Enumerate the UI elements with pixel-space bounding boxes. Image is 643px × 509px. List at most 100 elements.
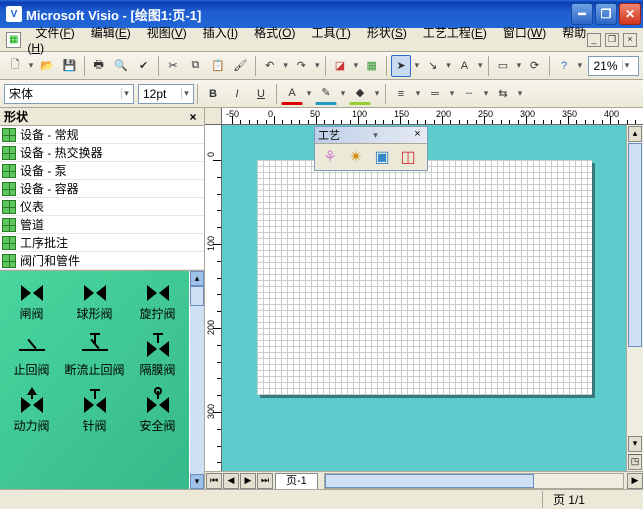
drawing-area: -50050100150200250300350400 0100200300 工… [205, 108, 643, 489]
shape-master[interactable]: 止回阀 [0, 331, 63, 387]
shapes-panel-title: 形状 [4, 108, 28, 125]
process-tool-3[interactable]: ▣ [370, 146, 394, 168]
mdi-restore-button[interactable]: ❐ [605, 33, 619, 47]
undo-button[interactable]: ↶ [260, 55, 280, 77]
line-color-button[interactable]: ✎ [315, 83, 337, 105]
shape-master[interactable]: 闸阀 [0, 275, 63, 331]
tab-next-button[interactable]: ▶ [240, 473, 256, 489]
shape-master[interactable]: 针阀 [63, 387, 126, 443]
line-pattern-button[interactable]: ┄ [458, 83, 480, 105]
connector-tool-button[interactable]: ↘ [423, 55, 443, 77]
shape-master[interactable]: 隔膜阀 [126, 331, 189, 387]
shapes-panel: 形状 × 设备 - 常规设备 - 热交换器设备 - 泵设备 - 容器仪表管道工序… [0, 108, 205, 489]
format-painter-button[interactable]: 🖌 [230, 55, 250, 77]
menubar: ▦ 文件(F)编辑(E)视图(V)插入(I)格式(O)工具(T)形状(S)工艺工… [0, 28, 643, 52]
print-button[interactable]: 🖶 [89, 55, 109, 77]
floating-toolbar-title: 工艺 [318, 127, 340, 143]
menu-e[interactable]: 工艺工程(E) [415, 23, 495, 43]
standard-toolbar: 🗋▾ 📂 💾 🖶 🔍 ✔ ✂ ⧉ 📋 🖌 ↶▾ ↷▾ ◪▾ ▦ ➤▾ ↘▾ A▾… [0, 52, 643, 80]
rotate-button[interactable]: ⟳ [524, 55, 544, 77]
menu-o[interactable]: 格式(O) [246, 23, 303, 43]
shape-master[interactable]: 断流止回阀 [63, 331, 126, 387]
stencil-item[interactable]: 设备 - 热交换器 [0, 144, 204, 162]
process-tool-1[interactable]: ⚘ [318, 146, 342, 168]
zoom-combo[interactable]: 21%▾ [588, 56, 638, 76]
mdi-close-button[interactable]: × [623, 33, 637, 47]
document-icon[interactable]: ▦ [6, 32, 21, 48]
close-button[interactable]: ✕ [619, 3, 641, 25]
menu-t[interactable]: 工具(T) [303, 23, 358, 43]
mdi-minimize-button[interactable]: _ [587, 33, 601, 47]
stencil-shapes: 闸阀球形阀旋拧阀止回阀断流止回阀隔膜阀动力阀针阀安全阀 ▴▾ [0, 271, 204, 489]
font-name-value: 宋体 [9, 85, 33, 102]
tab-last-button[interactable]: ⏭ [257, 473, 273, 489]
shapes-panel-close-button[interactable]: × [186, 110, 200, 124]
menu-w[interactable]: 窗口(W) [495, 23, 554, 43]
italic-button[interactable]: I [226, 83, 248, 105]
horizontal-scrollbar[interactable] [324, 473, 624, 489]
maximize-button[interactable]: ❐ [595, 3, 617, 25]
stencil-button[interactable]: ▦ [361, 55, 381, 77]
font-name-combo[interactable]: 宋体▾ [4, 84, 134, 104]
line-ends-button[interactable]: ⇆ [492, 83, 514, 105]
page-tab[interactable]: 页-1 [275, 473, 318, 489]
bold-button[interactable]: B [202, 83, 224, 105]
help-button[interactable]: ? [554, 55, 574, 77]
formatting-toolbar: 宋体▾ 12pt▾ B I U A▾ ✎▾ ◆▾ ≡▾ ═▾ ┄▾ ⇆▾ [0, 80, 643, 108]
page-tab-bar: ⏮ ◀ ▶ ⏭ 页-1 ▶ [205, 471, 643, 489]
shape-master[interactable]: 球形阀 [63, 275, 126, 331]
canvas[interactable]: 工艺▾× ⚘ ✴ ▣ ◫ [222, 125, 626, 471]
process-tool-4[interactable]: ◫ [396, 146, 420, 168]
floating-toolbar-close-button[interactable]: × [411, 129, 424, 142]
menu-e[interactable]: 编辑(E) [83, 23, 139, 43]
vertical-ruler: 0100200300 [205, 125, 222, 471]
horizontal-ruler: -50050100150200250300350400 [205, 108, 643, 125]
open-button[interactable]: 📂 [37, 55, 57, 77]
font-size-combo[interactable]: 12pt▾ [138, 84, 194, 104]
text-tool-button[interactable]: A [454, 55, 474, 77]
underline-button[interactable]: U [250, 83, 272, 105]
font-color-button[interactable]: A [281, 83, 303, 105]
shapes-button[interactable]: ◪ [330, 55, 350, 77]
font-size-value: 12pt [143, 87, 166, 101]
hscroll-right-button[interactable]: ▶ [627, 473, 643, 489]
window-title: Microsoft Visio - [绘图1:页-1] [26, 5, 201, 24]
stencil-item[interactable]: 设备 - 常规 [0, 126, 204, 144]
menu-s[interactable]: 形状(S) [359, 23, 415, 43]
stencil-item[interactable]: 阀门和管件 [0, 252, 204, 270]
fill-color-button[interactable]: ◆ [349, 83, 371, 105]
shape-master[interactable]: 旋拧阀 [126, 275, 189, 331]
stencil-item[interactable]: 设备 - 泵 [0, 162, 204, 180]
redo-button[interactable]: ↷ [291, 55, 311, 77]
floating-toolbar[interactable]: 工艺▾× ⚘ ✴ ▣ ◫ [314, 126, 428, 171]
shapes-panel-header: 形状 × [0, 108, 204, 126]
process-tool-2[interactable]: ✴ [344, 146, 368, 168]
stencil-item[interactable]: 仪表 [0, 198, 204, 216]
menu-i[interactable]: 插入(I) [195, 23, 246, 43]
shape-master[interactable]: 安全阀 [126, 387, 189, 443]
align-button[interactable]: ≡ [390, 83, 412, 105]
save-button[interactable]: 💾 [59, 55, 79, 77]
drawing-page[interactable] [257, 160, 592, 395]
rectangle-tool-button[interactable]: ▭ [493, 55, 513, 77]
stencil-item[interactable]: 管道 [0, 216, 204, 234]
menu-v[interactable]: 视图(V) [139, 23, 195, 43]
stencil-scrollbar[interactable]: ▴▾ [189, 271, 204, 489]
line-weight-button[interactable]: ═ [424, 83, 446, 105]
minimize-button[interactable]: ━ [571, 3, 593, 25]
new-button[interactable]: 🗋 [5, 55, 25, 77]
print-preview-button[interactable]: 🔍 [111, 55, 131, 77]
stencil-item[interactable]: 工序批注 [0, 234, 204, 252]
app-icon: V [6, 6, 22, 22]
pointer-tool-button[interactable]: ➤ [391, 55, 411, 77]
tab-first-button[interactable]: ⏮ [206, 473, 222, 489]
cut-button[interactable]: ✂ [163, 55, 183, 77]
paste-button[interactable]: 📋 [208, 55, 228, 77]
spelling-button[interactable]: ✔ [133, 55, 153, 77]
copy-button[interactable]: ⧉ [185, 55, 205, 77]
tab-prev-button[interactable]: ◀ [223, 473, 239, 489]
shape-master[interactable]: 动力阀 [0, 387, 63, 443]
stencil-item[interactable]: 设备 - 容器 [0, 180, 204, 198]
status-bar: 页 1/1 [0, 489, 643, 509]
vertical-scrollbar[interactable]: ▴▾◳ [626, 125, 643, 471]
